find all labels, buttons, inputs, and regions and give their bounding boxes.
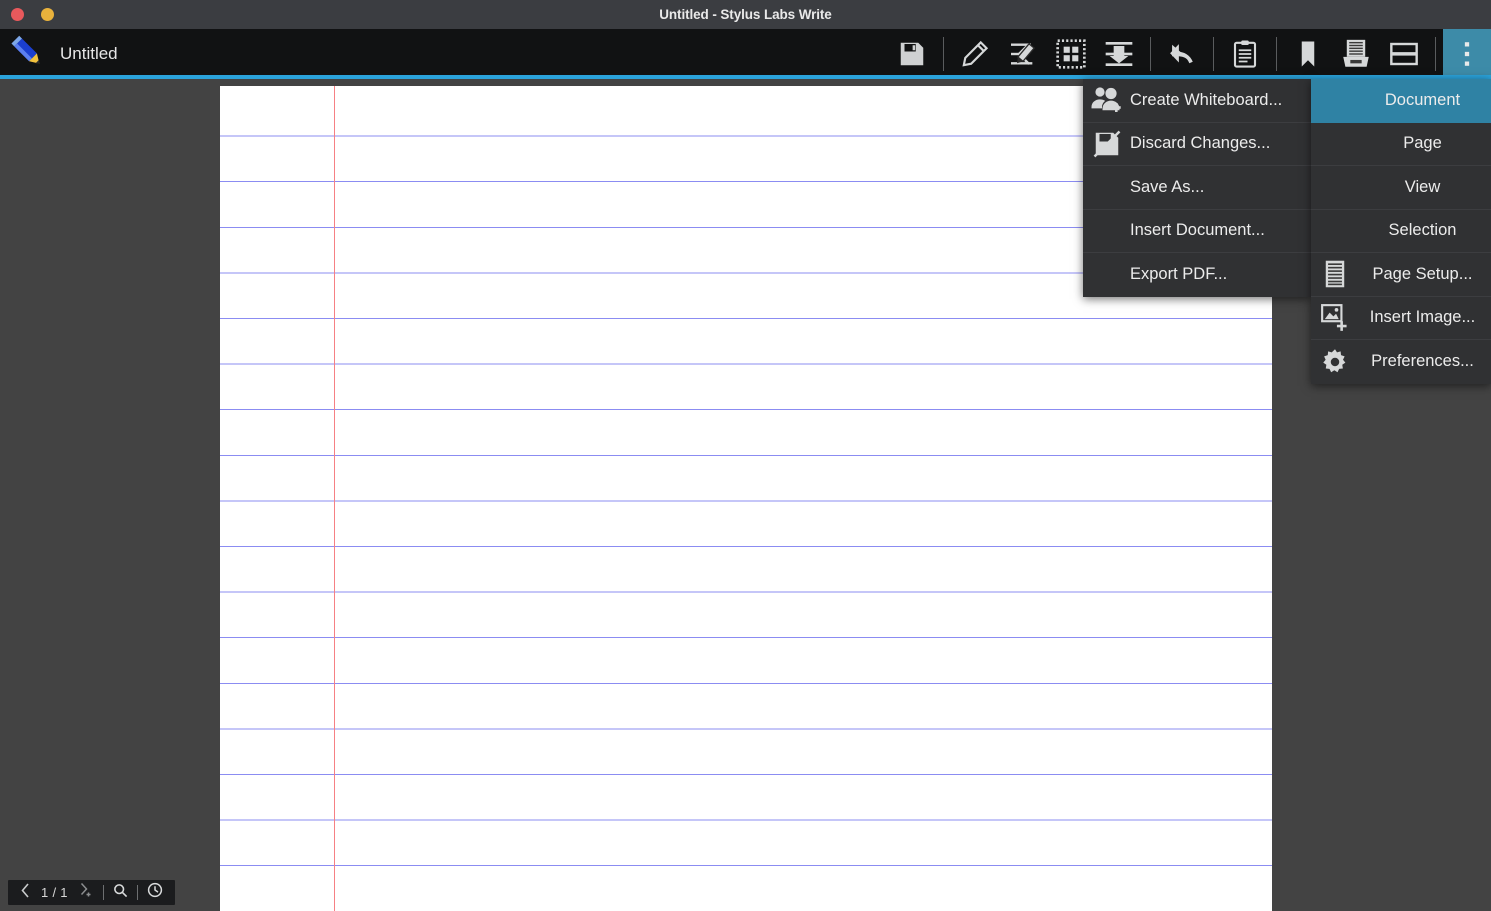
menu-item-selection[interactable]: Selection bbox=[1311, 209, 1491, 253]
toolbar-divider bbox=[1213, 37, 1214, 71]
menu-item-label: View bbox=[1404, 177, 1441, 196]
bookmark-button[interactable] bbox=[1284, 29, 1332, 79]
menu-icon-placeholder bbox=[1083, 166, 1130, 210]
previous-page-button[interactable] bbox=[15, 880, 36, 905]
stroke-eraser-button[interactable] bbox=[999, 29, 1047, 79]
menu-icon-placeholder bbox=[1311, 209, 1358, 253]
minimize-window-button[interactable] bbox=[41, 8, 54, 21]
status-divider bbox=[102, 885, 104, 900]
menu-icon-placeholder bbox=[1083, 209, 1130, 253]
people-add-icon bbox=[1083, 79, 1130, 123]
menu-item-save-as[interactable]: Save As... bbox=[1083, 166, 1311, 210]
toolbar-divider bbox=[1435, 37, 1436, 71]
recent-button[interactable] bbox=[142, 880, 168, 905]
overflow-menu-button[interactable] bbox=[1443, 29, 1491, 79]
menu-item-preferences[interactable]: Preferences... bbox=[1311, 340, 1491, 384]
gear-icon bbox=[1311, 340, 1358, 384]
next-page-add-icon bbox=[78, 882, 94, 903]
menu-item-label: Insert Image... bbox=[1369, 308, 1476, 327]
undo-arrow-icon bbox=[1165, 37, 1199, 71]
menu-icon-placeholder bbox=[1311, 79, 1358, 123]
clipboard-icon bbox=[1230, 39, 1260, 69]
clipboard-button[interactable] bbox=[1221, 29, 1269, 79]
save-button[interactable] bbox=[888, 29, 936, 79]
overflow-dots-icon bbox=[1454, 39, 1480, 69]
toolbar-divider bbox=[943, 37, 944, 71]
menu-item-label: Save As... bbox=[1130, 177, 1205, 196]
stroke-eraser-icon bbox=[1007, 38, 1039, 70]
chevron-left-icon bbox=[20, 882, 31, 903]
documents-button[interactable] bbox=[1332, 29, 1380, 79]
split-view-button[interactable] bbox=[1380, 29, 1428, 79]
status-bar: 1 / 1 bbox=[8, 880, 175, 905]
window-title: Untitled - Stylus Labs Write bbox=[659, 7, 832, 22]
app-window: Untitled - Stylus Labs Write Untitled 1 … bbox=[0, 0, 1491, 911]
document-title: Untitled bbox=[60, 44, 118, 63]
insert-space-icon bbox=[1103, 38, 1135, 70]
menu-item-insert-image[interactable]: Insert Image... bbox=[1311, 296, 1491, 340]
toolbar-divider bbox=[1276, 37, 1277, 71]
page-setup-icon bbox=[1311, 253, 1358, 297]
menu-item-create-whiteboard[interactable]: Create Whiteboard... bbox=[1083, 79, 1311, 123]
bookmark-icon bbox=[1293, 39, 1323, 69]
discard-save-icon bbox=[1083, 122, 1130, 166]
undo-button[interactable] bbox=[1158, 29, 1206, 79]
search-button[interactable] bbox=[108, 880, 133, 905]
document-tray-icon bbox=[1339, 37, 1373, 71]
menu-icon-placeholder bbox=[1311, 122, 1358, 166]
menu-item-label: Export PDF... bbox=[1130, 265, 1228, 284]
split-view-icon bbox=[1388, 38, 1420, 70]
menu-item-label: Discard Changes... bbox=[1130, 134, 1271, 153]
menu-icon-placeholder bbox=[1311, 166, 1358, 210]
next-page-add-button[interactable] bbox=[73, 880, 99, 905]
status-divider bbox=[136, 885, 138, 900]
menu-item-view[interactable]: View bbox=[1311, 166, 1491, 210]
document-submenu: Create Whiteboard... Discard Changes... … bbox=[1083, 79, 1311, 297]
pen-tool-button[interactable] bbox=[951, 29, 999, 79]
search-icon bbox=[113, 883, 128, 903]
menu-item-label: Create Whiteboard... bbox=[1130, 90, 1283, 109]
document-badge: Untitled bbox=[0, 33, 118, 76]
menu-item-page[interactable]: Page bbox=[1311, 122, 1491, 166]
pen-icon bbox=[959, 38, 991, 70]
menu-item-insert-document[interactable]: Insert Document... bbox=[1083, 209, 1311, 253]
main-toolbar: Untitled bbox=[0, 29, 1491, 79]
select-tool-button[interactable] bbox=[1047, 29, 1095, 79]
clock-icon bbox=[147, 882, 163, 903]
menu-item-label: Insert Document... bbox=[1130, 221, 1265, 240]
page-indicator: 1 / 1 bbox=[41, 885, 68, 900]
save-floppy-icon bbox=[897, 39, 927, 69]
insert-space-button[interactable] bbox=[1095, 29, 1143, 79]
menu-item-page-setup[interactable]: Page Setup... bbox=[1311, 253, 1491, 297]
toolbar-buttons bbox=[888, 29, 1491, 79]
menu-item-label: Page Setup... bbox=[1372, 264, 1473, 283]
menu-item-label: Page bbox=[1403, 134, 1442, 153]
menu-icon-placeholder bbox=[1083, 253, 1130, 297]
window-controls bbox=[11, 8, 54, 21]
pencil-logo-icon bbox=[8, 33, 46, 76]
close-window-button[interactable] bbox=[11, 8, 24, 21]
menu-item-export-pdf[interactable]: Export PDF... bbox=[1083, 253, 1311, 297]
menu-item-discard-changes[interactable]: Discard Changes... bbox=[1083, 122, 1311, 166]
menu-item-document[interactable]: Document bbox=[1311, 79, 1491, 123]
toolbar-divider bbox=[1150, 37, 1151, 71]
menu-item-label: Selection bbox=[1388, 221, 1457, 240]
main-menu: Document Page View Selection Page Setup.… bbox=[1311, 79, 1491, 384]
insert-image-icon bbox=[1311, 296, 1358, 340]
menu-item-label: Document bbox=[1384, 90, 1461, 109]
select-rectangle-icon bbox=[1055, 38, 1087, 70]
menu-item-label: Preferences... bbox=[1371, 352, 1474, 371]
window-title-bar: Untitled - Stylus Labs Write bbox=[0, 0, 1491, 29]
